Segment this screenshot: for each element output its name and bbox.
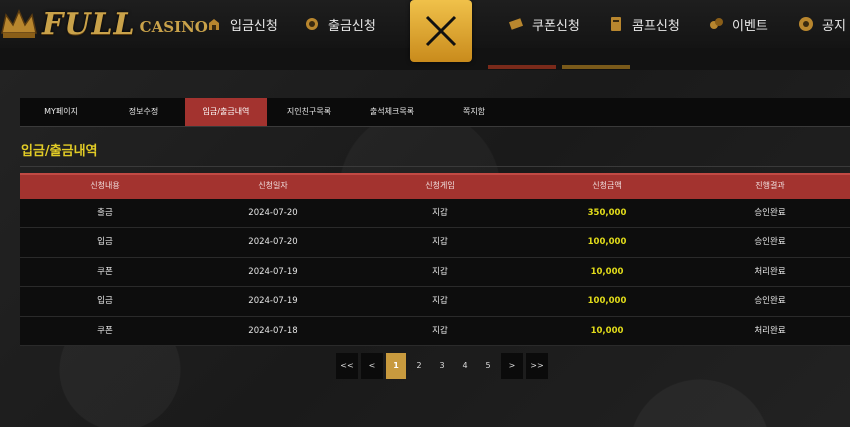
brand-sub: CASINO: [139, 18, 208, 36]
page-button-5[interactable]: 5: [478, 353, 498, 379]
cell-type: 입금: [97, 237, 113, 248]
nav-label: 이벤트: [732, 18, 768, 34]
nav-label: 콤프신청: [632, 18, 680, 34]
header-accent-bar: [488, 65, 556, 69]
nav-withdraw[interactable]: 출금신청: [304, 13, 376, 35]
page-button-2[interactable]: 2: [409, 353, 429, 379]
header-accent-bar: [562, 65, 630, 69]
nav-deposit[interactable]: 입금신청: [206, 13, 278, 35]
table-row: 쿠폰 2024-07-18 지갑 10,000 처리완료: [20, 316, 850, 346]
crown-icon: [0, 7, 38, 41]
cell-game: 지갑: [432, 296, 448, 307]
nav-label: 출금신청: [328, 18, 376, 34]
cell-amount: 100,000: [587, 296, 627, 307]
tab-deposit-withdraw-history[interactable]: 입금/출금내역: [185, 98, 267, 126]
column-header: 신청내용: [90, 181, 120, 190]
nav-label: 입금신청: [230, 18, 278, 34]
cell-amount: 350,000: [587, 208, 627, 218]
page-button-4[interactable]: 4: [455, 353, 475, 379]
cell-status: 승인완료: [754, 296, 786, 307]
cell-date: 2024-07-20: [248, 208, 298, 218]
cell-date: 2024-07-19: [248, 266, 298, 277]
cell-date: 2024-07-20: [248, 237, 298, 248]
cell-status: 처리완료: [754, 325, 786, 336]
divider: [20, 126, 850, 127]
comp-icon: [608, 16, 624, 32]
tab-attendance-list[interactable]: 출석체크목록: [351, 98, 433, 126]
tab-mypage[interactable]: MY페이지: [20, 98, 102, 126]
prev-page-button[interactable]: <: [361, 353, 383, 379]
column-header: 신청일자: [258, 181, 288, 190]
logo[interactable]: FULL CASINO: [0, 6, 208, 42]
column-header: 신청게임: [425, 181, 455, 190]
column-header: 신청금액: [592, 181, 622, 190]
nav-label: 쿠폰신청: [532, 18, 580, 34]
cell-date: 2024-07-19: [248, 296, 298, 307]
tab-profile-edit[interactable]: 정보수정: [102, 98, 185, 126]
cell-type: 출금: [97, 208, 113, 218]
table-row: 입금 2024-07-20 지갑 100,000 승인완료: [20, 228, 850, 258]
cell-game: 지갑: [432, 237, 448, 248]
pagination: << < 1 2 3 4 5 > >>: [336, 353, 548, 379]
nav-event[interactable]: 이벤트: [708, 13, 768, 35]
table-header: 신청내용 신청일자 신청게임 신청금액 진행결과: [20, 173, 850, 199]
page-button-1[interactable]: 1: [386, 353, 406, 379]
cell-amount: 10,000: [590, 325, 624, 336]
cell-status: 승인완료: [754, 208, 786, 218]
cell-date: 2024-07-18: [248, 325, 298, 336]
cell-type: 입금: [97, 296, 113, 307]
cell-amount: 10,000: [590, 266, 624, 277]
cell-amount: 100,000: [587, 237, 627, 248]
cell-status: 승인완료: [754, 237, 786, 248]
notice-icon: [798, 16, 814, 32]
cell-status: 처리완료: [754, 266, 786, 277]
brand-name: FULL: [42, 6, 136, 42]
coupon-icon: [508, 16, 524, 32]
history-table: 신청내용 신청일자 신청게임 신청금액 진행결과 출금 2024-07-20 지…: [20, 173, 850, 346]
page-button-3[interactable]: 3: [432, 353, 452, 379]
tab-friend-list[interactable]: 지인친구목록: [267, 98, 351, 126]
cell-game: 지갑: [432, 325, 448, 336]
event-icon: [708, 16, 724, 32]
cell-game: 지갑: [432, 266, 448, 277]
nav-coupon[interactable]: 쿠폰신청: [508, 13, 580, 35]
table-row: 입금 2024-07-19 지갑 100,000 승인완료: [20, 287, 850, 317]
withdraw-icon: [304, 16, 320, 32]
mypage-tabs: MY페이지 정보수정 입금/출금내역 지인친구목록 출석체크목록 쪽지함: [20, 98, 850, 126]
deposit-icon: [206, 16, 222, 32]
page-title: 입금/출금내역: [21, 144, 98, 159]
first-page-button[interactable]: <<: [336, 353, 358, 379]
next-page-button[interactable]: >: [501, 353, 523, 379]
column-header: 진행결과: [755, 181, 785, 190]
nav-notice[interactable]: 공지: [798, 13, 846, 35]
cell-type: 쿠폰: [97, 325, 113, 336]
close-button[interactable]: [410, 0, 472, 62]
divider: [20, 166, 850, 167]
cell-game: 지갑: [432, 208, 448, 218]
close-icon: [425, 15, 457, 47]
cell-type: 쿠폰: [97, 266, 113, 277]
last-page-button[interactable]: >>: [526, 353, 548, 379]
table-row: 쿠폰 2024-07-19 지갑 10,000 처리완료: [20, 257, 850, 288]
tab-messages[interactable]: 쪽지함: [433, 98, 515, 126]
table-row: 출금 2024-07-20 지갑 350,000 승인완료: [20, 199, 850, 229]
nav-label: 공지: [822, 18, 846, 34]
nav-comp[interactable]: 콤프신청: [608, 13, 680, 35]
